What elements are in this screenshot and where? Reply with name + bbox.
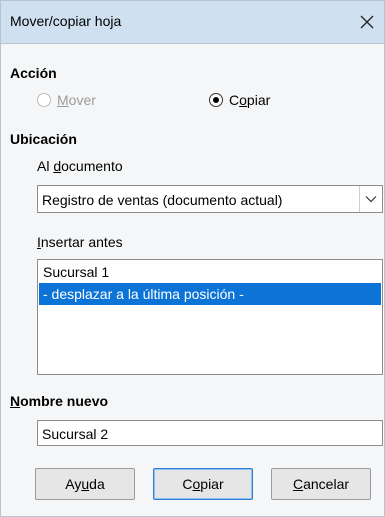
title-bar: Mover/copiar hoja <box>1 1 384 44</box>
move-copy-sheet-dialog: Mover/copiar hoja Acción Mover Copiar Ub… <box>0 0 385 517</box>
help-button[interactable]: Ayuda <box>35 468 135 500</box>
copy-button[interactable]: Copiar <box>153 468 253 500</box>
document-dropdown-value: Registro de ventas (documento actual) <box>42 192 283 208</box>
move-radio-label: Mover <box>57 92 96 108</box>
insert-before-label: Insertar antes <box>37 234 123 250</box>
new-name-input[interactable]: Sucursal 2 <box>37 420 383 446</box>
new-name-value: Sucursal 2 <box>42 426 109 442</box>
copy-radio-label: Copiar <box>229 92 271 108</box>
close-icon <box>360 15 374 29</box>
dropdown-button[interactable] <box>359 186 382 212</box>
copy-radio[interactable] <box>209 93 223 107</box>
new-name-label: Nombre nuevo <box>10 393 109 409</box>
help-button-label: Ayuda <box>65 476 105 492</box>
radio-selected-dot <box>213 97 219 103</box>
move-radio[interactable] <box>37 93 51 107</box>
cancel-button-label: Cancelar <box>292 476 350 492</box>
document-label: Al documento <box>37 158 123 174</box>
copy-button-label: Copiar <box>182 476 224 492</box>
location-heading: Ubicación <box>10 131 77 147</box>
chevron-down-icon <box>365 196 377 203</box>
document-dropdown[interactable]: Registro de ventas (documento actual) <box>37 185 383 213</box>
insert-before-list[interactable]: Sucursal 1 - desplazar a la última posic… <box>37 259 383 375</box>
dialog-title: Mover/copiar hoja <box>10 13 122 29</box>
cancel-button[interactable]: Cancelar <box>271 468 371 500</box>
copy-radio-option[interactable]: Copiar <box>209 92 270 108</box>
list-item[interactable]: Sucursal 1 <box>39 261 381 283</box>
action-heading: Acción <box>10 65 57 81</box>
list-item[interactable]: - desplazar a la última posición - <box>39 283 381 305</box>
move-radio-option[interactable]: Mover <box>37 92 96 108</box>
close-button[interactable] <box>352 7 382 37</box>
